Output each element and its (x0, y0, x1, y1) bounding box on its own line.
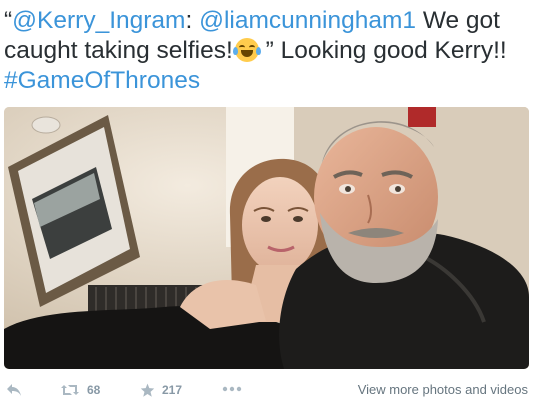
tweet-actions: 68 217 View more photos and videos (0, 374, 536, 407)
colon: : (185, 7, 193, 34)
mention-liam-cunningham[interactable]: @liamcunningham1 (199, 7, 416, 34)
retweet-icon (61, 385, 79, 395)
retweet-action[interactable]: 68 (60, 383, 100, 397)
photo-illustration (4, 107, 529, 369)
selfie-photo[interactable] (4, 107, 529, 369)
star-icon (140, 383, 155, 397)
open-quote: “ (4, 7, 13, 34)
favorite-count: 217 (162, 383, 183, 397)
tweet-text: “@Kerry_Ingram: @liamcunningham1 We got … (4, 6, 532, 96)
crying-laughing-emoji-icon (232, 38, 261, 62)
retweet-count: 68 (87, 383, 101, 397)
hashtag-game-of-thrones[interactable]: #GameOfThrones (4, 67, 200, 94)
more-action[interactable] (222, 386, 242, 392)
reply-action[interactable] (6, 383, 22, 397)
reply-icon (7, 384, 21, 396)
mention-kerry-ingram[interactable]: @Kerry_Ingram (12, 7, 185, 34)
more-dots-icon (222, 386, 242, 392)
view-more-link[interactable]: View more photos and videos (358, 382, 528, 397)
tweet-text-part2: ” Looking good Kerry!! (265, 37, 507, 64)
favorite-action[interactable]: 217 (140, 383, 182, 397)
